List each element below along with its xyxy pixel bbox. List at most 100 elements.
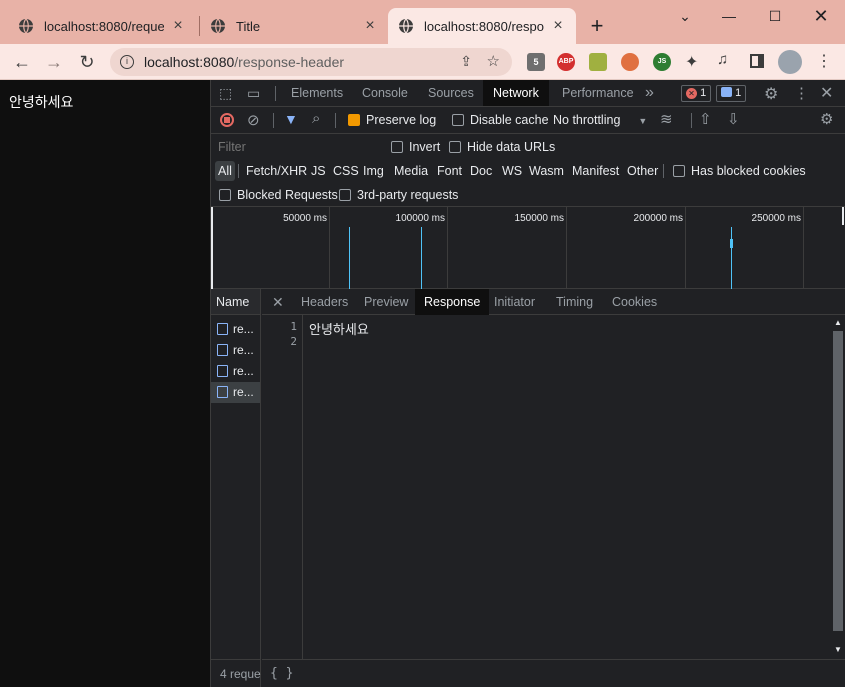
bookmark-star-icon[interactable]: ☆ xyxy=(487,52,500,70)
tab-initiator[interactable]: Initiator xyxy=(485,289,544,315)
filter-type-fetch-xhr[interactable]: Fetch/XHR xyxy=(243,161,310,181)
tab-timing[interactable]: Timing xyxy=(547,289,602,315)
info-icon[interactable]: i xyxy=(120,55,134,69)
preserve-log-checkbox[interactable]: Preserve log xyxy=(348,113,436,127)
adblock-icon[interactable]: ABP xyxy=(557,53,575,71)
close-tab-icon[interactable]: × xyxy=(362,18,378,34)
timeline-handle-left[interactable] xyxy=(211,207,213,289)
tab-sources[interactable]: Sources xyxy=(418,80,484,106)
error-badge[interactable]: ✕ 1 xyxy=(681,85,712,102)
settings-gear-icon[interactable]: ⚙ xyxy=(764,84,778,104)
address-bar[interactable]: i localhost:8080/response-header ⇪ ☆ xyxy=(110,48,512,76)
filter-type-ws[interactable]: WS xyxy=(499,161,525,181)
document-icon xyxy=(217,323,228,335)
tick-label: 200000 ms xyxy=(633,213,683,224)
close-devtools-icon[interactable]: ✕ xyxy=(820,83,833,103)
browser-tab-title[interactable]: Title × xyxy=(200,8,388,44)
filter-icon[interactable]: ▼ xyxy=(284,111,298,127)
filter-type-all[interactable]: All xyxy=(215,161,235,181)
back-button[interactable]: ← xyxy=(10,50,34,74)
preserve-log-label: Preserve log xyxy=(366,113,437,127)
request-name: re... xyxy=(233,364,254,378)
tab-console[interactable]: Console xyxy=(352,80,418,106)
tab-cookies[interactable]: Cookies xyxy=(603,289,666,315)
vertical-scrollbar[interactable]: ▲ ▼ xyxy=(830,315,845,659)
tab-network[interactable]: Network xyxy=(483,80,549,106)
clear-icon[interactable]: ⊘ xyxy=(247,111,260,129)
filter-type-js[interactable]: JS xyxy=(308,161,329,181)
new-tab-button[interactable]: + xyxy=(586,14,608,38)
media-icon[interactable]: ♫ xyxy=(717,51,728,68)
filter-type-font[interactable]: Font xyxy=(434,161,465,181)
filter-type-css[interactable]: CSS xyxy=(330,161,362,181)
response-body-viewer[interactable]: 1 2 안녕하세요 xyxy=(262,315,830,659)
inspect-element-icon[interactable]: ⬚ xyxy=(219,85,232,102)
network-conditions-icon[interactable]: ≋ xyxy=(660,110,673,128)
search-icon[interactable]: ⌕ xyxy=(312,110,320,127)
close-window-button[interactable]: ✕ xyxy=(806,6,836,26)
image-icon[interactable] xyxy=(589,53,607,71)
tab-elements[interactable]: Elements xyxy=(281,80,353,106)
export-har-icon[interactable]: ⇩ xyxy=(727,110,740,128)
network-settings-icon[interactable]: ⚙ xyxy=(820,110,833,128)
reload-button[interactable]: ↻ xyxy=(75,50,99,74)
js-icon[interactable]: JS xyxy=(653,53,671,71)
device-toolbar-icon[interactable]: ▭ xyxy=(247,85,260,102)
avatar[interactable] xyxy=(778,50,802,74)
tab-response[interactable]: Response xyxy=(415,289,490,315)
has-blocked-cookies-checkbox[interactable]: Has blocked cookies xyxy=(673,164,806,178)
close-detail-icon[interactable]: ✕ xyxy=(272,294,284,311)
filter-type-media[interactable]: Media xyxy=(391,161,431,181)
checkbox xyxy=(449,141,461,153)
request-row[interactable]: re... xyxy=(211,361,260,382)
scroll-up-icon[interactable]: ▲ xyxy=(834,318,842,327)
pretty-print-button[interactable]: { } xyxy=(270,666,293,681)
request-list: Name re... re... re... re... 4 requests xyxy=(211,289,261,687)
maximize-button[interactable]: ☐ xyxy=(760,6,790,26)
sidepanel-icon[interactable] xyxy=(750,54,764,68)
blocked-requests-checkbox[interactable]: Blocked Requests xyxy=(219,188,338,202)
scrollbar-thumb[interactable] xyxy=(833,331,843,631)
request-row[interactable]: re... xyxy=(211,340,260,361)
tab-headers[interactable]: Headers xyxy=(292,289,357,315)
puzzle-icon[interactable]: ✦ xyxy=(685,52,698,72)
tab-preview[interactable]: Preview xyxy=(355,289,417,315)
tab-search-icon[interactable]: ⌄ xyxy=(670,6,700,26)
menu-icon[interactable]: ⋮ xyxy=(816,51,832,71)
throttling-select[interactable]: No throttling ▼ xyxy=(553,113,647,127)
name-column-header[interactable]: Name xyxy=(211,289,260,315)
network-toolbar: ⊘ ▼ ⌕ Preserve log Disable cache No thro… xyxy=(211,107,845,134)
filter-input[interactable] xyxy=(214,137,379,157)
forward-button[interactable]: → xyxy=(42,50,66,74)
divider xyxy=(691,113,692,128)
scroll-down-icon[interactable]: ▼ xyxy=(834,645,842,654)
import-har-icon[interactable]: ⇧ xyxy=(699,110,712,128)
close-tab-icon[interactable]: × xyxy=(170,18,186,34)
html5-icon[interactable]: 5 xyxy=(527,53,545,71)
record-stop-icon[interactable] xyxy=(220,113,234,127)
filter-type-wasm[interactable]: Wasm xyxy=(526,161,567,181)
browser-tab-response[interactable]: localhost:8080/response × xyxy=(388,8,576,44)
third-party-checkbox[interactable]: 3rd-party requests xyxy=(339,188,458,202)
message-badge[interactable]: 1 xyxy=(716,85,747,102)
request-row[interactable]: re... xyxy=(211,319,260,340)
hide-data-urls-checkbox[interactable]: Hide data URLs xyxy=(449,140,555,154)
share-icon[interactable]: ⇪ xyxy=(460,53,472,70)
more-tabs-icon[interactable]: » xyxy=(635,80,664,106)
request-row-selected[interactable]: re... xyxy=(211,382,260,403)
timeline-handle-right[interactable] xyxy=(842,207,844,225)
invert-checkbox[interactable]: Invert xyxy=(391,140,440,154)
minimize-button[interactable]: — xyxy=(714,6,744,26)
filter-type-other[interactable]: Other xyxy=(624,161,661,181)
filter-type-manifest[interactable]: Manifest xyxy=(569,161,622,181)
more-options-icon[interactable]: ⋮ xyxy=(794,84,809,102)
close-tab-icon[interactable]: × xyxy=(550,18,566,34)
request-name: re... xyxy=(233,385,254,399)
filter-type-img[interactable]: Img xyxy=(360,161,387,181)
disable-cache-checkbox[interactable]: Disable cache xyxy=(452,113,549,127)
shield-icon[interactable] xyxy=(621,53,639,71)
tab-performance[interactable]: Performance xyxy=(552,80,644,106)
filter-type-doc[interactable]: Doc xyxy=(467,161,495,181)
browser-tab-request[interactable]: localhost:8080/request × xyxy=(8,8,196,44)
network-overview-timeline[interactable]: 50000 ms 100000 ms 150000 ms 200000 ms 2… xyxy=(211,207,845,289)
